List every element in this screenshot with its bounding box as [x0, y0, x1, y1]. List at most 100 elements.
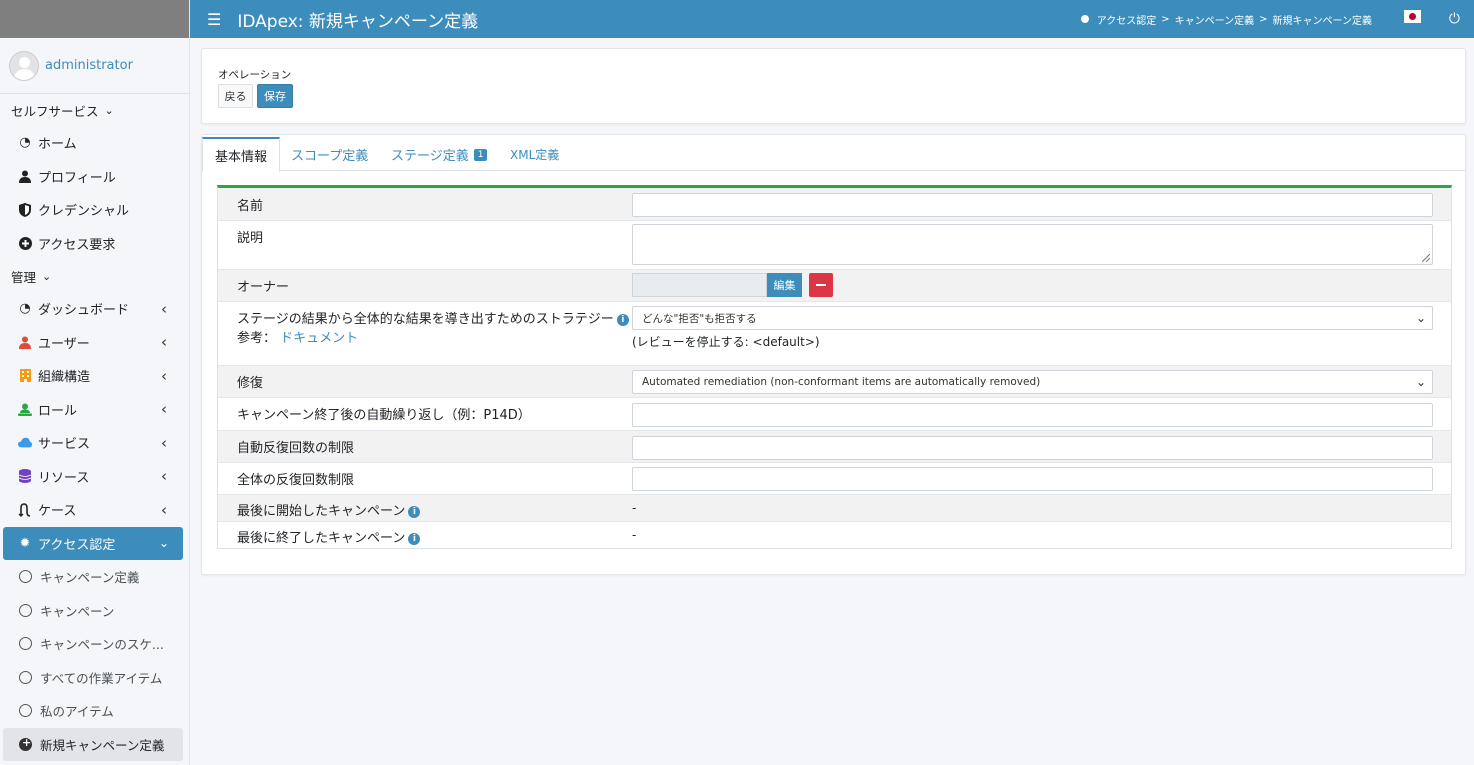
chevron-left-icon: ‹ [161, 333, 167, 352]
save-button[interactable]: 保存 [257, 84, 293, 108]
resize-handle-icon[interactable] [1422, 254, 1430, 262]
form-row-description: 説明 [218, 221, 1451, 270]
form-row-last-ended: 最後に終了したキャンペーン i - [218, 522, 1451, 549]
user-name-link[interactable]: administrator [45, 58, 133, 73]
chevron-left-icon: ‹ [161, 400, 167, 419]
last-ended-label-text: 最後に終了したキャンペーン [237, 531, 406, 546]
form-row-repeat: キャンペーン終了後の自動繰り返し（例：P14D） [218, 398, 1451, 431]
tab-stage-definition[interactable]: ステージ定義 1 [391, 137, 488, 172]
sidebar-item-org-structure[interactable]: 組織構造 ‹ [0, 359, 189, 393]
sidebar-subitem-new-campaign-definition[interactable]: 新規キャンペーン定義 [3, 727, 183, 761]
sidebar-item-services[interactable]: サービス ‹ [0, 426, 189, 460]
hamburger-menu-icon[interactable]: ☰ [207, 10, 221, 29]
form-row-name: 名前 [218, 188, 1451, 221]
sidebar-item-label: ケース [38, 504, 77, 520]
info-icon[interactable]: i [408, 533, 421, 545]
strategy-select[interactable]: どんな"拒否"も拒否する ⌄ [632, 306, 1433, 330]
sidebar-item-label: プロフィール [38, 170, 116, 186]
sidebar-subitem-campaigns[interactable]: キャンペーン [0, 594, 189, 628]
plus-circle-icon [18, 236, 32, 250]
sidebar-item-label: クレデンシャル [38, 204, 130, 220]
sidebar-subitem-label: キャンペーンのスケ... [40, 637, 164, 653]
circle-icon [19, 670, 32, 684]
chevron-left-icon: ‹ [161, 467, 167, 486]
tab-label: ステージ定義 [391, 149, 469, 164]
nav-header-self-service[interactable]: セルフサービス ⌄ [0, 94, 189, 126]
breadcrumb-separator: > [1259, 13, 1268, 25]
form-row-total-limit: 全体の反復回数制限 [218, 463, 1451, 495]
breadcrumb-item-current: 新規キャンペーン定義 [1272, 15, 1373, 27]
form-row-last-started: 最後に開始したキャンペーン i - [218, 495, 1451, 522]
cloud-icon [18, 436, 32, 450]
chevron-down-icon: ⌄ [42, 269, 52, 283]
owner-remove-button[interactable] [809, 273, 833, 297]
description-textarea[interactable] [632, 224, 1433, 265]
sidebar-item-cases[interactable]: ケース ‹ [0, 493, 189, 527]
sidebar-item-label: ダッシュボード [38, 303, 130, 319]
sidebar-subitem-campaign-schedules[interactable]: キャンペーンのスケ... [0, 627, 189, 661]
breadcrumb-item[interactable]: キャンペーン定義 [1175, 12, 1255, 27]
sidebar-subitem-all-work-items[interactable]: すべての作業アイテム [0, 661, 189, 695]
chevron-down-icon: ⌄ [158, 536, 169, 551]
total-limit-input[interactable] [632, 467, 1433, 491]
form-row-strategy: ステージの結果から全体的な結果を導き出すためのストラテジー i 参考： ドキュメン… [218, 302, 1451, 366]
breadcrumb-item[interactable]: アクセス認定 [1097, 12, 1157, 27]
sidebar-item-home[interactable]: ◔ ホーム [0, 126, 189, 160]
remediation-label: 修復 [237, 376, 264, 391]
chevron-down-icon: ⌄ [1415, 311, 1426, 325]
documentation-link[interactable]: ドキュメント [280, 331, 358, 346]
sidebar-item-roles[interactable]: ロール ‹ [0, 393, 189, 427]
owner-edit-button[interactable]: 編集 [767, 273, 802, 297]
sidebar-item-resources[interactable]: リソース ‹ [0, 460, 189, 494]
tab-scope-definition[interactable]: スコープ定義 [291, 137, 368, 172]
building-icon [18, 369, 32, 383]
sidebar-item-label: 組織構造 [38, 370, 91, 386]
last-started-label-text: 最後に開始したキャンペーン [237, 504, 406, 519]
form-row-repeat-limit: 自動反復回数の制限 [218, 431, 1451, 463]
owner-field [632, 273, 767, 297]
avatar [9, 50, 39, 81]
back-button[interactable]: 戻る [218, 84, 253, 108]
chevron-down-icon: ⌄ [1415, 375, 1426, 389]
tab-bar: 基本情報 スコープ定義 ステージ定義 1 XML定義 [202, 135, 1465, 172]
chevron-left-icon: ‹ [161, 433, 167, 452]
strategy-reference: 参考： ドキュメント [237, 327, 358, 346]
info-icon[interactable]: i [616, 314, 629, 326]
sidebar-subitem-my-items[interactable]: 私のアイテム [0, 694, 189, 728]
form-row-remediation: 修復 Automated remediation (non-conformant… [218, 366, 1451, 398]
circle-icon [19, 603, 32, 617]
sidebar-item-access-certification[interactable]: ✹ アクセス認定 ⌄ [3, 526, 183, 560]
form-row-owner: オーナー 編集 [218, 270, 1451, 302]
repeat-limit-input[interactable] [632, 436, 1433, 460]
strategy-note: (レビューを停止する: <default>) [632, 335, 820, 349]
sidebar-item-users[interactable]: ユーザー ‹ [0, 326, 189, 360]
repeat-input[interactable] [632, 403, 1433, 427]
chevron-left-icon: ‹ [161, 500, 167, 519]
user-icon [18, 335, 32, 349]
nav-header-admin[interactable]: 管理 ⌄ [0, 260, 189, 292]
last-ended-label: 最後に終了したキャンペーン i [237, 527, 421, 546]
page-title: IDApex: 新規キャンペーン定義 [237, 11, 479, 32]
info-icon[interactable]: i [408, 506, 421, 518]
sidebar-item-credentials[interactable]: クレデンシャル [0, 193, 189, 227]
sidebar-item-dashboard[interactable]: ◔ ダッシュボード ‹ [0, 292, 189, 326]
sidebar-item-access-request[interactable]: アクセス要求 [0, 227, 189, 261]
tab-basic-info[interactable]: 基本情報 [202, 137, 281, 172]
breadcrumb-separator: > [1161, 13, 1170, 25]
tab-xml-definition[interactable]: XML定義 [510, 137, 559, 172]
top-header: ☰ IDApex: 新規キャンペーン定義 アクセス認定 > キャンペーン定義 >… [190, 0, 1474, 38]
remediation-select[interactable]: Automated remediation (non-conformant it… [632, 370, 1433, 394]
power-icon[interactable]: ⏻ [1449, 11, 1460, 27]
japan-flag-icon[interactable] [1404, 10, 1421, 23]
stage-count-badge: 1 [473, 148, 488, 161]
strategy-label-text: ステージの結果から全体的な結果を導き出すためのストラテジー [237, 312, 614, 327]
repeat-label: キャンペーン終了後の自動繰り返し（例：P14D） [237, 408, 531, 423]
user-panel[interactable]: administrator [0, 38, 189, 94]
last-ended-value: - [632, 528, 637, 542]
sidebar-subitem-label: 新規キャンペーン定義 [40, 737, 165, 753]
sidebar-item-profile[interactable]: プロフィール [0, 160, 189, 194]
sidebar-subitem-label: すべての作業アイテム [40, 670, 163, 686]
sidebar-subitem-campaign-definitions[interactable]: キャンペーン定義 [0, 560, 189, 594]
sidebar-subitem-label: キャンペーン [40, 603, 115, 619]
name-input[interactable] [632, 193, 1433, 217]
